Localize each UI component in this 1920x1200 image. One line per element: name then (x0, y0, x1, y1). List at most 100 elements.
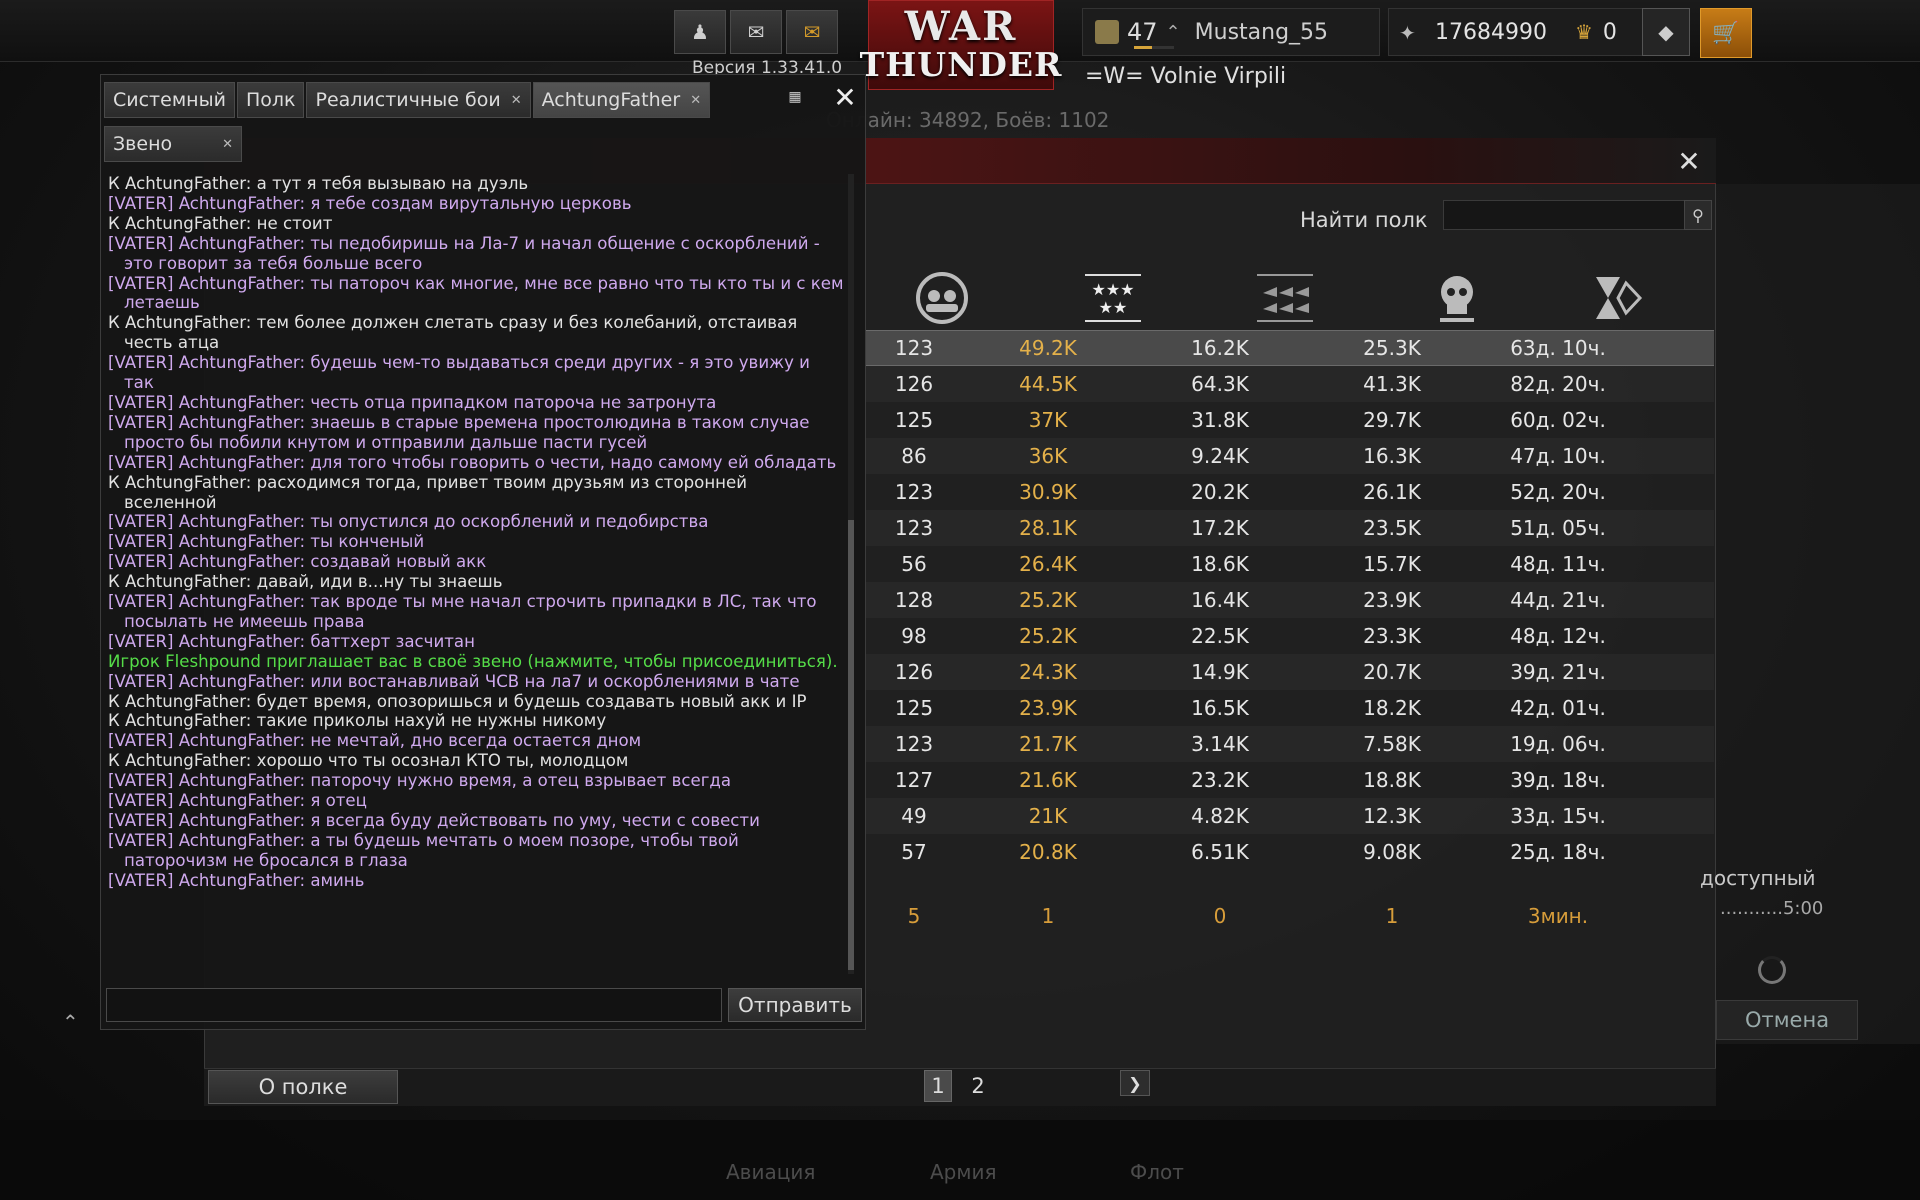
tab-system[interactable]: Системный (104, 82, 235, 118)
svg-text:★★: ★★ (1099, 298, 1128, 317)
table-cell: 44.5K (1019, 372, 1077, 396)
golden-eagles-icon: ♛ (1574, 20, 1593, 44)
chat-message: К AchtungFather: а тут я тебя вызываю на… (108, 174, 529, 193)
detach-window-icon[interactable]: ▦ (780, 82, 810, 112)
squadron-tag: =W= Volnie Virpili (1085, 64, 1287, 89)
logo-line1: WAR (904, 3, 1018, 50)
chat-message: [VATER] AchtungFather: ты конченый (108, 532, 425, 552)
gold-amount: 0 (1602, 19, 1617, 45)
players-icon[interactable] (912, 270, 972, 326)
chat-tabs: Системный Полк Реалистичные бои ✕ Achtung… (104, 82, 711, 118)
chat-log: К AchtungFather: а тут я тебя вызываю на… (108, 174, 844, 980)
table-cell: 33д. 15ч. (1510, 804, 1606, 828)
table-cell: 25.2K (1019, 624, 1077, 648)
chat-message: К AchtungFather: такие приколы нахуй не … (108, 711, 607, 731)
regiment-table: 123 49.2K 16.2K 25.3K 63д. 10ч. 126 44.5K 64.3K… (866, 330, 1714, 870)
close-icon[interactable]: ✕ (828, 80, 862, 114)
about-regiment-button[interactable]: О полке (208, 1070, 398, 1104)
table-row[interactable]: 128 25.2K 16.4K 23.9K 44д. 21ч. (866, 582, 1714, 618)
chat-tabs-row2: Звено ✕ (104, 126, 243, 162)
table-cell: 9.24K (1191, 444, 1249, 468)
close-tab-icon[interactable]: ✕ (222, 137, 233, 152)
player-level: 47 (1127, 18, 1158, 46)
table-row[interactable]: 125 37K 31.8K 29.7K 60д. 02ч. (866, 402, 1714, 438)
tab-squad[interactable]: Звено ✕ (104, 126, 243, 162)
table-row[interactable]: 123 30.9K 20.2K 26.1K 52д. 20ч. (866, 474, 1714, 510)
chevron-up-icon[interactable]: ⌃ (62, 1010, 92, 1036)
table-cell: 123 (894, 336, 934, 360)
player-box[interactable]: 47 ⌃ Mustang_55 (1082, 8, 1380, 56)
table-cell: 25д. 18ч. (1510, 840, 1606, 864)
close-icon[interactable]: ✕ (1672, 144, 1706, 178)
close-tab-icon[interactable]: ✕ (690, 93, 701, 108)
chat-scrollbar-thumb[interactable] (848, 520, 854, 970)
search-icon[interactable]: ⚲ (1684, 200, 1712, 230)
summary-cell: 5 (907, 904, 921, 928)
tab-label: Системный (113, 89, 226, 111)
tab-aviation[interactable]: Авиация (726, 1160, 815, 1184)
chat-message-input[interactable] (106, 988, 722, 1022)
cancel-button[interactable]: Отмена (1716, 1000, 1858, 1040)
hourglass-time-icon[interactable] (1588, 270, 1648, 326)
table-cell: 28.1K (1019, 516, 1077, 540)
page-1-button[interactable]: 1 (924, 1070, 952, 1102)
find-regiment-input[interactable] (1443, 200, 1685, 230)
tab-realistic-battles[interactable]: Реалистичные бои ✕ (306, 82, 531, 118)
table-cell: 14.9K (1191, 660, 1249, 684)
table-cell: 26.1K (1363, 480, 1421, 504)
page-2-button[interactable]: 2 (964, 1070, 992, 1102)
chat-message: [VATER] AchtungFather: ты педобиришь на … (108, 233, 820, 273)
online-status: Онлайн: 34892, Боёв: 1102 (826, 108, 1110, 132)
stars-rating-icon[interactable]: ★★★ ★★ (1083, 270, 1143, 326)
chat-message: [VATER] AchtungFather: честь отца припад… (108, 392, 717, 412)
chat-message: К AchtungFather: давай, иди в...ну ты зн… (108, 572, 503, 592)
table-row[interactable]: 123 49.2K 16.2K 25.3K 63д. 10ч. (866, 330, 1714, 366)
table-row[interactable]: 57 20.8K 6.51K 9.08K 25д. 18ч. (866, 834, 1714, 870)
table-cell: 16.2K (1191, 336, 1249, 360)
table-cell: 3.14K (1191, 732, 1249, 756)
table-cell: 128 (894, 588, 934, 612)
player-nick: Mustang_55 (1194, 19, 1329, 45)
table-cell: 17.2K (1191, 516, 1249, 540)
table-cell: 19д. 06ч. (1510, 732, 1606, 756)
mail-icon[interactable]: ✉ (786, 10, 838, 54)
tab-achtungfather[interactable]: AchtungFather ✕ (532, 82, 711, 118)
table-cell: 57 (901, 840, 927, 864)
chevron-right-icon[interactable]: ❯ (1120, 1070, 1150, 1096)
table-cell: 31.8K (1191, 408, 1249, 432)
chat-message: [VATER] AchtungFather: баттхерт засчитан (108, 631, 475, 651)
table-row[interactable]: 123 28.1K 17.2K 23.5K 51д. 05ч. (866, 510, 1714, 546)
summary-cell: 3мин. (1527, 904, 1589, 928)
table-row[interactable]: 49 21K 4.82K 12.3K 33д. 15ч. (866, 798, 1714, 834)
table-cell: 125 (894, 408, 934, 432)
tab-army[interactable]: Армия (930, 1160, 997, 1184)
table-row[interactable]: 127 21.6K 23.2K 18.8K 39д. 18ч. (866, 762, 1714, 798)
tab-fleet[interactable]: Флот (1130, 1160, 1184, 1184)
table-row[interactable]: 86 36K 9.24K 16.3K 47д. 10ч. (866, 438, 1714, 474)
close-tab-icon[interactable]: ✕ (511, 93, 522, 108)
chat-message: [VATER] AchtungFather: ты патороч как мн… (108, 273, 844, 313)
xp-progress-bar (1134, 46, 1174, 49)
summary-cell: 1 (1041, 904, 1055, 928)
table-cell: 12.3K (1363, 804, 1421, 828)
skull-icon[interactable] (1427, 270, 1487, 326)
wings-rank-icon[interactable] (1255, 270, 1315, 326)
table-cell: 23.9K (1019, 696, 1077, 720)
cart-icon[interactable]: 🛒 (1700, 8, 1752, 58)
table-cell: 44д. 21ч. (1510, 588, 1606, 612)
rank-icon (1095, 20, 1119, 44)
tab-regiment[interactable]: Полк (236, 82, 305, 118)
table-row[interactable]: 98 25.2K 22.5K 23.3K 48д. 12ч. (866, 618, 1714, 654)
table-row[interactable]: 56 26.4K 18.6K 15.7K 48д. 11ч. (866, 546, 1714, 582)
table-cell: 25.2K (1019, 588, 1077, 612)
table-row[interactable]: 123 21.7K 3.14K 7.58K 19д. 06ч. (866, 726, 1714, 762)
settings-icon[interactable]: ◆ (1642, 8, 1690, 56)
table-row[interactable]: 126 44.5K 64.3K 41.3K 82д. 20ч. (866, 366, 1714, 402)
send-button[interactable]: Отправить (728, 988, 862, 1022)
system-message[interactable]: Игрок Fleshpound приглашает вас в своё з… (108, 652, 844, 672)
table-row[interactable]: 125 23.9K 16.5K 18.2K 42д. 01ч. (866, 690, 1714, 726)
friends-icon[interactable]: ♟ (674, 10, 726, 54)
table-row[interactable]: 126 24.3K 14.9K 20.7K 39д. 21ч. (866, 654, 1714, 690)
chat-bubble-icon[interactable]: ✉ (730, 10, 782, 54)
table-cell: 123 (894, 516, 934, 540)
